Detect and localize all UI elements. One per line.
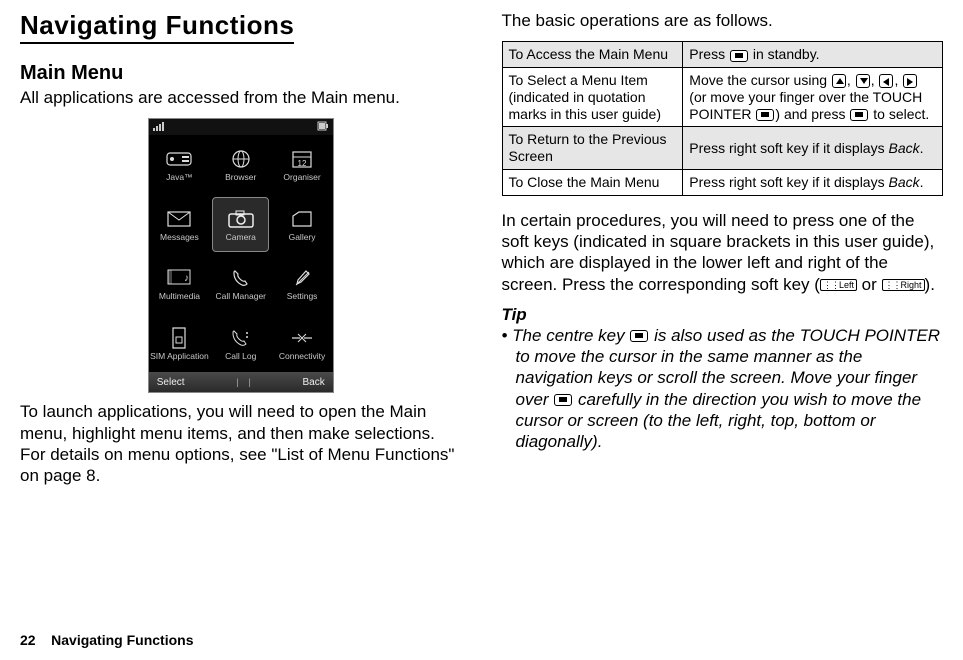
app-camera-selected: Camera [212,197,269,253]
table-row: To Close the Main Menu Press right soft … [502,170,943,196]
nav-up-icon [832,74,846,88]
svg-text:♪: ♪ [184,273,189,284]
footer-title: Navigating Functions [51,632,193,648]
signal-icon [153,121,167,133]
tip-body: • The centre key is also used as the TOU… [502,325,944,453]
status-bar [149,119,333,135]
ops-access-value: Press in standby. [683,42,943,68]
app-organiser: 12Organiser [271,135,332,195]
app-sim: SIM Application [149,314,210,374]
app-connectivity: Connectivity [271,314,332,374]
center-key-icon [756,109,774,121]
app-call-manager: Call Manager [210,254,271,314]
center-key-icon [630,330,648,342]
ops-intro: The basic operations are as follows. [502,10,944,31]
intro-paragraph-1: All applications are accessed from the M… [20,87,462,108]
battery-icon [317,121,329,133]
ops-return-label: To Return to the Previous Screen [502,127,683,170]
app-settings: Settings [271,254,332,314]
center-key-icon [730,50,748,62]
nav-left-icon [879,74,893,88]
app-messages: Messages [149,195,210,255]
app-call-log: Call Log [210,314,271,374]
app-browser: Browser [210,135,271,195]
phone-screenshot: Java™ Browser 12Organiser Messages Camer… [148,118,334,393]
tip-label: Tip [502,305,944,325]
app-gallery: Gallery [271,195,332,255]
intro-paragraph-2: To launch applications, you will need to… [20,401,462,486]
table-row: To Access the Main Menu Press in standby… [502,42,943,68]
table-row: To Return to the Previous Screen Press r… [502,127,943,170]
phone-softkey-left: Select [157,377,185,388]
phone-softkey-right: Back [303,377,325,388]
operations-table: To Access the Main Menu Press in standby… [502,41,944,196]
page-title: Navigating Functions [20,10,294,44]
table-row: To Select a Menu Item (indicated in quot… [502,68,943,127]
page-footer: 22 Navigating Functions [20,632,193,648]
page-number: 22 [20,632,36,648]
section-heading: Main Menu [20,62,462,85]
ops-access-label: To Access the Main Menu [502,42,683,68]
app-java: Java™ [149,135,210,195]
ops-select-label: To Select a Menu Item (indicated in quot… [502,68,683,127]
nav-down-icon [856,74,870,88]
nav-right-icon [903,74,917,88]
center-key-icon [850,109,868,121]
center-key-icon [554,394,572,406]
ops-return-value: Press right soft key if it displays Back… [683,127,943,170]
svg-text:12: 12 [298,159,307,168]
app-multimedia: ♪Multimedia [149,254,210,314]
ops-select-value: Move the cursor using , , , (or move you… [683,68,943,127]
ops-close-label: To Close the Main Menu [502,170,683,196]
phone-softkey-bar: Select | | Back [149,372,333,392]
right-softkey-icon: ⋮⋮Right [882,279,925,291]
ops-close-value: Press right soft key if it displays Back… [683,170,943,196]
left-softkey-icon: ⋮⋮Left [820,279,857,291]
softkey-paragraph: In certain procedures, you will need to … [502,210,944,295]
